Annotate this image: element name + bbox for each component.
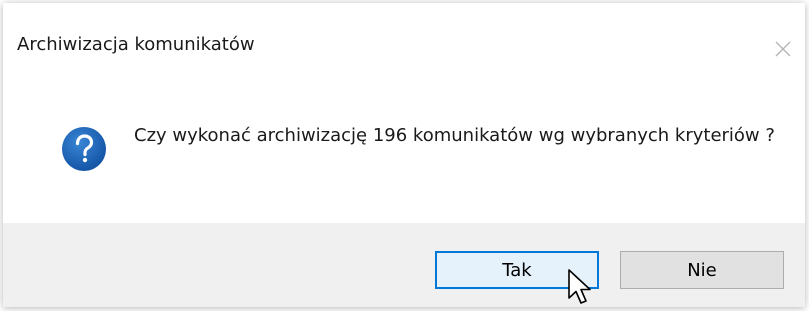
dialog-content: Czy wykonać archiwizację 196 komunikatów… <box>3 81 805 223</box>
dialog-title: Archiwizacja komunikatów <box>17 34 255 55</box>
dialog-message: Czy wykonać archiwizację 196 komunikatów… <box>134 125 775 146</box>
yes-button[interactable]: Tak <box>435 251 599 289</box>
screen: Archiwizacja komunikatów Czy wykonać arc… <box>0 0 809 311</box>
question-icon <box>60 125 108 173</box>
button-bar: Tak Nie <box>3 223 805 307</box>
title-bar: Archiwizacja komunikatów <box>3 3 805 81</box>
close-button[interactable] <box>763 31 803 67</box>
message-dialog: Archiwizacja komunikatów Czy wykonać arc… <box>3 3 805 307</box>
close-icon <box>775 41 791 57</box>
no-button[interactable]: Nie <box>620 251 784 289</box>
